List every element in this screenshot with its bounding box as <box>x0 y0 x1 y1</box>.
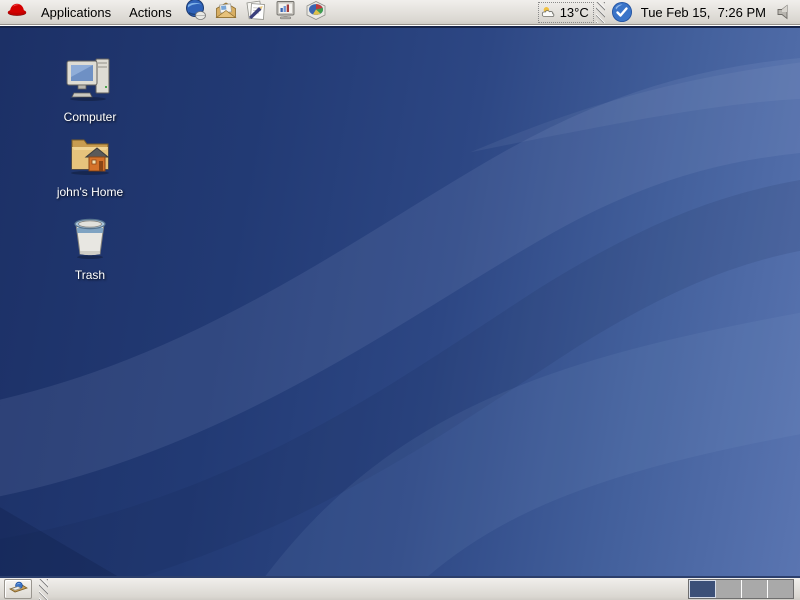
menu-applications[interactable]: Applications <box>32 0 120 24</box>
pie-chart-icon <box>304 0 328 27</box>
menu-actions[interactable]: Actions <box>120 0 181 24</box>
desktop-icon-trash[interactable]: Trash <box>42 214 138 282</box>
desktop-icon-home[interactable]: john's Home <box>42 131 138 199</box>
globe-mouse-icon <box>184 0 208 27</box>
weather-applet[interactable]: 13°C <box>538 2 594 23</box>
word-processor-launcher[interactable] <box>244 0 268 24</box>
redhat-fedora-icon <box>7 2 27 22</box>
temperature-label: 13°C <box>560 5 589 20</box>
icon-label: Computer <box>42 110 138 124</box>
trash-can-icon <box>42 214 138 265</box>
workspace-1[interactable] <box>689 580 716 598</box>
desktop[interactable]: Computer john's Home <box>0 26 800 576</box>
workspace-3[interactable] <box>742 580 768 598</box>
cloud-icon <box>541 5 559 19</box>
icon-label: Trash <box>42 268 138 282</box>
update-notification-icon[interactable] <box>610 0 634 24</box>
workspace-switcher <box>688 579 794 599</box>
envelope-icon <box>214 0 238 27</box>
main-menu-button[interactable] <box>4 0 30 24</box>
workspace-4[interactable] <box>768 580 793 598</box>
computer-icon <box>42 56 138 107</box>
top-panel: Applications Actions <box>0 0 800 25</box>
spreadsheet-launcher[interactable] <box>304 0 328 24</box>
paper-pen-icon <box>244 0 268 27</box>
volume-icon[interactable] <box>772 0 796 24</box>
bottom-panel <box>0 576 800 600</box>
show-desktop-button[interactable] <box>4 579 32 599</box>
icon-label: john's Home <box>42 185 138 199</box>
presentation-launcher[interactable] <box>274 0 298 24</box>
monitor-chart-icon <box>274 0 298 27</box>
web-browser-launcher[interactable] <box>184 0 208 24</box>
email-launcher[interactable] <box>214 0 238 24</box>
desktop-icon-computer[interactable]: Computer <box>42 56 138 124</box>
workspace-2[interactable] <box>716 580 742 598</box>
applet-drag-handle[interactable] <box>596 2 605 23</box>
show-desktop-icon <box>8 579 28 600</box>
home-folder-icon <box>42 131 138 182</box>
clock-applet[interactable]: Tue Feb 15, 7:26 PM <box>637 5 772 20</box>
panel-drag-handle[interactable] <box>39 579 48 600</box>
